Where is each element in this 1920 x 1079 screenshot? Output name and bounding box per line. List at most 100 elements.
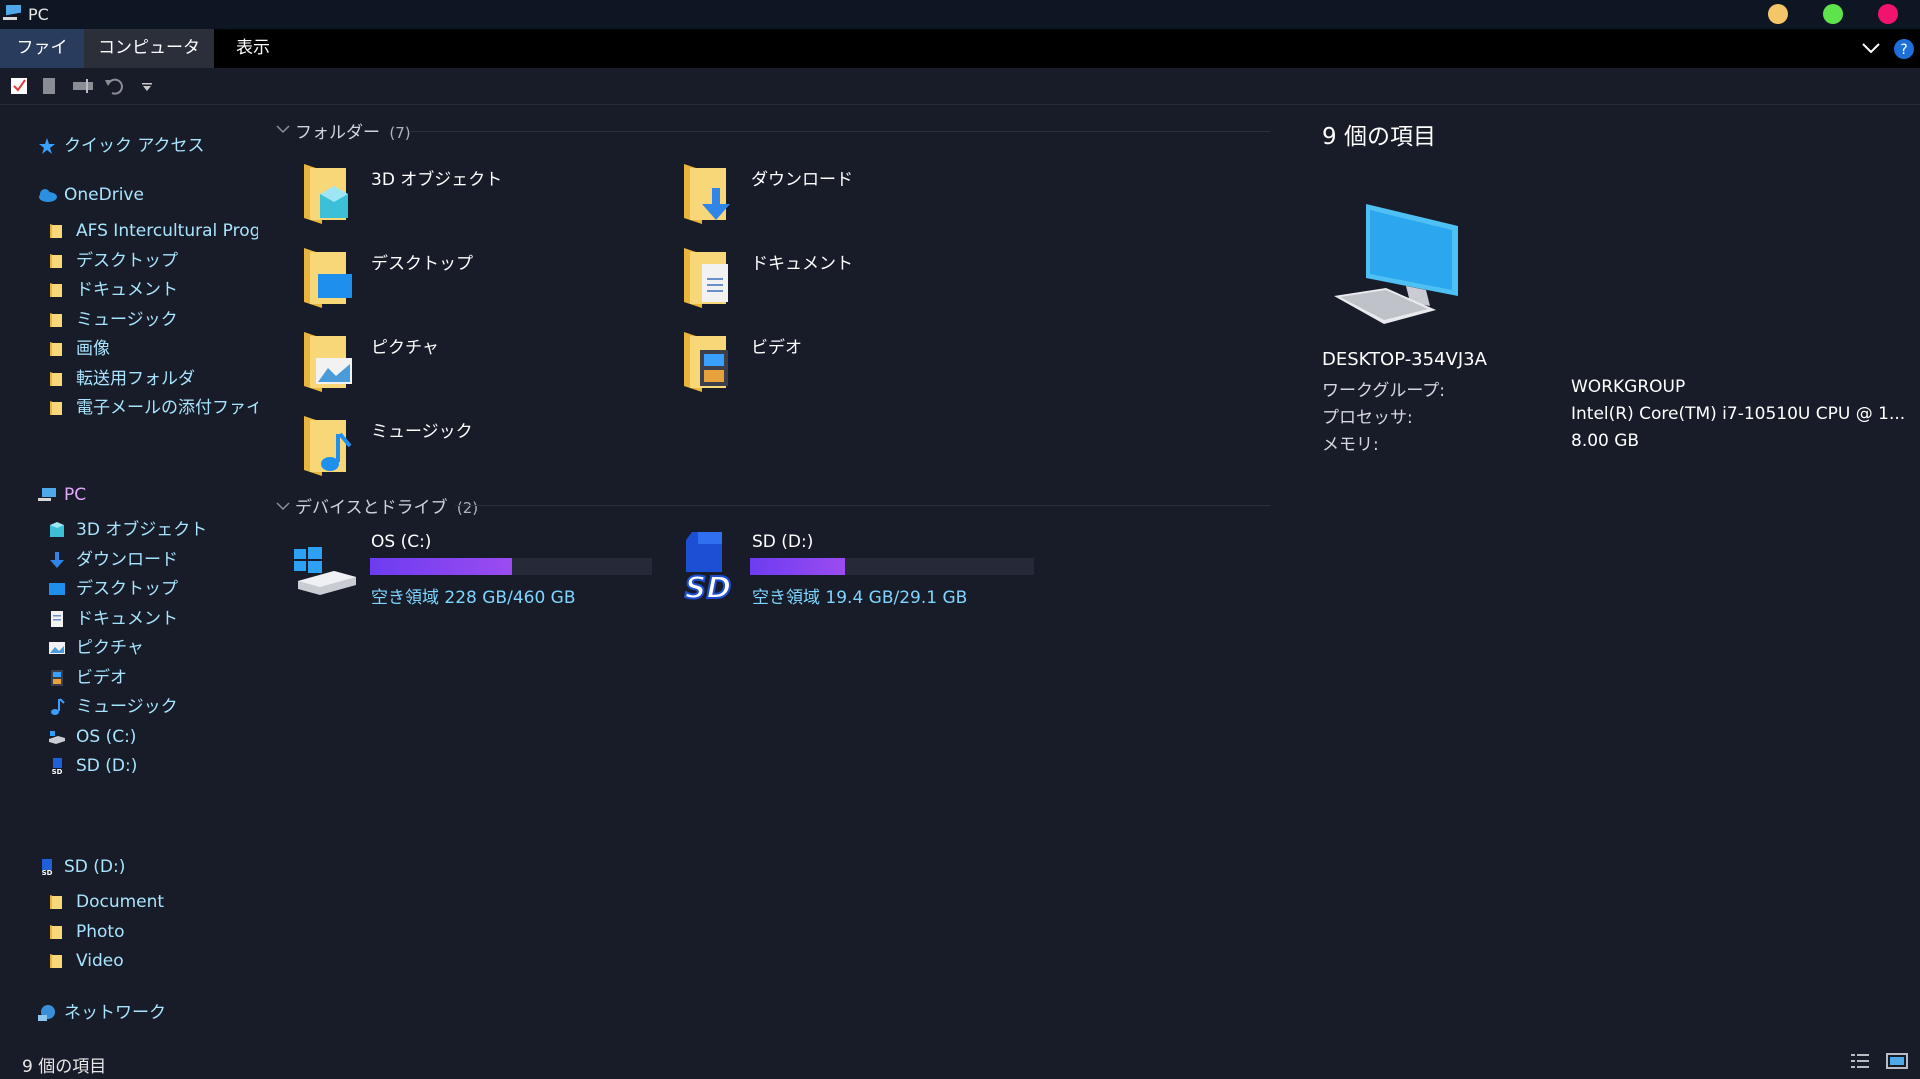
folders-group-header[interactable]: フォルダー (7) bbox=[295, 118, 411, 143]
customize-toolbar-icon[interactable] bbox=[141, 82, 153, 92]
sidebar-item-label: ビデオ bbox=[76, 667, 127, 688]
sidebar-item-label: ドキュメント bbox=[76, 608, 178, 629]
sidebar-item-label: OS (C:) bbox=[76, 726, 137, 747]
workgroup-label: ワークグループ: bbox=[1322, 381, 1446, 401]
sidebar-item-onedrive-folder-1[interactable]: デスクトップ bbox=[48, 246, 258, 276]
rename-icon[interactable] bbox=[72, 79, 94, 93]
drive-tile-sd-d[interactable]: SD SD (D:) 空き領域 19.4 GB/29.1 GB bbox=[670, 525, 1040, 608]
computer-name: DESKTOP-354VJ3A bbox=[1322, 349, 1487, 370]
folder-icon bbox=[50, 342, 62, 356]
folder-tile[interactable]: デスクトップ bbox=[300, 244, 640, 320]
folder-icon bbox=[50, 371, 62, 386]
sidebar-item-label: ネットワーク bbox=[64, 1003, 166, 1023]
sidebar-item-sd-drive[interactable]: SD SD (D:) bbox=[36, 852, 256, 882]
folder-tile[interactable]: 3D オブジェクト bbox=[300, 160, 640, 236]
sidebar-item-label: デスクトップ bbox=[76, 579, 178, 599]
sidebar-item-pc[interactable]: PC bbox=[36, 480, 256, 510]
sidebar-item-label: ドキュメント bbox=[76, 280, 178, 300]
drives-group-header[interactable]: デバイスとドライブ (2) bbox=[295, 493, 478, 518]
properties-check-icon[interactable] bbox=[10, 77, 28, 95]
folder-tile[interactable]: ダウンロード bbox=[680, 160, 1020, 236]
window-title: PC bbox=[28, 5, 49, 24]
sidebar-item-pc-child-7[interactable]: OS (C:) bbox=[48, 722, 258, 752]
tab-view[interactable]: 表示 bbox=[222, 29, 284, 68]
folder-icon bbox=[304, 164, 348, 224]
drive-free-space: 空き領域 228 GB/460 GB bbox=[371, 588, 576, 608]
drive-name: OS (C:) bbox=[371, 532, 432, 552]
sidebar-item-onedrive-folder-0[interactable]: AFS Intercultural Progra bbox=[48, 216, 258, 246]
sidebar-item-pc-child-6[interactable]: ミュージック bbox=[48, 692, 258, 722]
folder-tile[interactable]: ピクチャ bbox=[300, 328, 640, 404]
sidebar-item-sd-folder-2[interactable]: Video bbox=[48, 946, 258, 976]
close-button[interactable] bbox=[1878, 4, 1898, 24]
drive-usage-bar bbox=[370, 558, 652, 575]
sidebar-item-onedrive[interactable]: OneDrive bbox=[36, 180, 256, 210]
folder-icon bbox=[50, 895, 62, 909]
folders-collapse-icon[interactable] bbox=[276, 120, 290, 134]
processor-label: プロセッサ: bbox=[1322, 408, 1413, 428]
chevron-down-icon[interactable] bbox=[1862, 42, 1880, 54]
sidebar-item-onedrive-folder-2[interactable]: ドキュメント bbox=[48, 275, 258, 305]
sidebar-item-pc-child-2[interactable]: デスクトップ bbox=[48, 574, 258, 604]
sidebar-item-label: デスクトップ bbox=[76, 250, 178, 271]
svg-text:?: ? bbox=[1900, 42, 1907, 58]
svg-text:SD: SD bbox=[52, 768, 63, 775]
sidebar-item-label: Photo bbox=[76, 921, 125, 942]
video-icon bbox=[700, 350, 728, 386]
folder-tile[interactable]: ビデオ bbox=[680, 328, 1020, 404]
sidebar-item-onedrive-folder-5[interactable]: 転送用フォルダ bbox=[48, 364, 258, 394]
folder-icon bbox=[50, 312, 62, 327]
group-divider bbox=[410, 131, 1270, 132]
folders-count: (7) bbox=[389, 124, 411, 142]
sidebar-item-quick-access[interactable]: クイック アクセス bbox=[36, 131, 256, 161]
sidebar-item-label: クイック アクセス bbox=[64, 136, 205, 156]
tab-file[interactable]: ファイル bbox=[0, 29, 84, 97]
sidebar-item-pc-child-8[interactable]: SD SD (D:) bbox=[48, 751, 258, 781]
undo-icon[interactable] bbox=[104, 77, 124, 95]
large-icons-view-icon[interactable] bbox=[1886, 1052, 1908, 1070]
computer-icon bbox=[1334, 204, 1458, 324]
windows-drive-icon bbox=[294, 547, 356, 595]
workgroup-value: WORKGROUP bbox=[1571, 377, 1686, 397]
sd-card-icon: SD bbox=[42, 859, 53, 876]
download-arrow-icon bbox=[50, 551, 64, 568]
details-view-icon[interactable] bbox=[1850, 1052, 1870, 1070]
sidebar-item-onedrive-folder-4[interactable]: 画像 bbox=[48, 334, 258, 364]
folder-tile[interactable]: ドキュメント bbox=[680, 244, 1020, 320]
title-bar: PC bbox=[0, 0, 1920, 29]
folder-icon bbox=[50, 224, 62, 238]
folder-tile[interactable]: ミュージック bbox=[300, 412, 640, 488]
drive-tile-os-c[interactable]: OS (C:) 空き領域 228 GB/460 GB bbox=[290, 525, 660, 608]
maximize-button[interactable] bbox=[1823, 4, 1843, 24]
sidebar-item-label: 画像 bbox=[76, 339, 110, 359]
sidebar-item-pc-child-0[interactable]: 3D オブジェクト bbox=[48, 515, 258, 545]
sidebar-item-label: AFS Intercultural Progra bbox=[76, 221, 258, 241]
document-icon bbox=[51, 610, 63, 627]
status-item-count: 9 個の項目 bbox=[22, 1057, 107, 1077]
folder-icon bbox=[684, 164, 730, 224]
pictures-icon bbox=[316, 358, 352, 384]
memory-label: メモリ: bbox=[1322, 435, 1379, 455]
sidebar-item-onedrive-folder-6[interactable]: 電子メールの添付ファイ bbox=[48, 393, 258, 423]
sidebar-item-pc-child-5[interactable]: ビデオ bbox=[48, 663, 258, 693]
sidebar-item-pc-child-3[interactable]: ドキュメント bbox=[48, 604, 258, 634]
sidebar-item-pc-child-1[interactable]: ダウンロード bbox=[48, 545, 258, 575]
tab-computer[interactable]: コンピューター bbox=[84, 29, 214, 97]
sidebar-item-sd-folder-1[interactable]: Photo bbox=[48, 917, 258, 947]
new-folder-icon[interactable] bbox=[42, 77, 56, 95]
star-icon bbox=[39, 138, 55, 154]
minimize-button[interactable] bbox=[1768, 4, 1788, 24]
sidebar-item-sd-folder-0[interactable]: Document bbox=[48, 887, 258, 917]
drive-name: SD (D:) bbox=[752, 532, 814, 552]
drives-collapse-icon[interactable] bbox=[276, 497, 290, 511]
help-icon[interactable]: ? bbox=[1894, 39, 1914, 59]
folder-name: ビデオ bbox=[751, 338, 802, 358]
sidebar-item-label: 電子メールの添付ファイ bbox=[76, 398, 258, 418]
sidebar-item-network[interactable]: ネットワーク bbox=[36, 998, 256, 1028]
sidebar-item-onedrive-folder-3[interactable]: ミュージック bbox=[48, 305, 258, 335]
sidebar-item-pc-child-4[interactable]: ピクチャ bbox=[48, 633, 258, 663]
sidebar-item-label: Video bbox=[76, 951, 124, 971]
folder-name: ドキュメント bbox=[751, 254, 853, 274]
drive-usage-bar bbox=[750, 558, 1034, 575]
folder-icon bbox=[304, 332, 352, 392]
